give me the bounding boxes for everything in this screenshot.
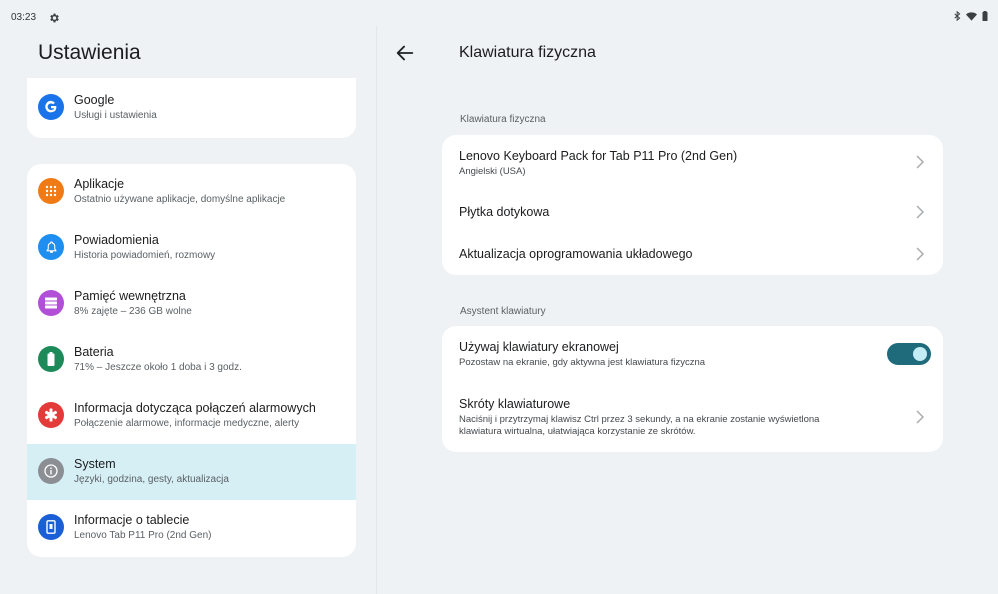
bluetooth-icon [954,11,961,21]
settings-item-subtitle: 71% – Jeszcze około 1 doba i 3 godz. [74,362,242,373]
onscreen-keyboard-subtitle: Pozostaw na ekranie, gdy aktywna jest kl… [459,357,706,368]
section-label-keyboard-assistant: Asystent klawiatury [460,306,546,317]
settings-item-subtitle: Połączenie alarmowe, informacje medyczne… [74,418,300,429]
wifi-icon [966,11,977,21]
settings-item-apps[interactable]: Aplikacje Ostatnio używane aplikacje, do… [27,164,356,220]
chevron-right-icon [916,155,925,169]
toggle-knob [913,347,927,361]
keyboard-assistant-card: Używaj klawiatury ekranowej Pozostaw na … [442,326,943,452]
firmware-update-row[interactable]: Aktualizacja oprogramowania układowego [442,233,943,275]
settings-item-subtitle: Historia powiadomień, rozmowy [74,250,216,261]
page-title: Klawiatura fizyczna [459,44,596,61]
settings-list-card: Aplikacje Ostatnio używane aplikacje, do… [27,164,356,557]
keyboard-shortcuts-row[interactable]: Skróty klawiaturowe Naciśnij i przytrzym… [442,382,943,452]
keyboard-device-title: Lenovo Keyboard Pack for Tab P11 Pro (2n… [459,149,738,163]
google-icon [38,94,64,120]
settings-item-emergency[interactable]: Informacja dotycząca połączeń alarmowych… [27,388,356,444]
onscreen-keyboard-toggle[interactable] [887,343,931,365]
pane-divider [376,26,377,594]
settings-item-title: Informacje o tablecie [74,513,190,527]
onscreen-keyboard-row[interactable]: Używaj klawiatury ekranowej Pozostaw na … [442,326,943,382]
status-time: 03:23 [11,12,37,23]
section-label-physical-keyboard: Klawiatura fizyczna [460,114,546,125]
physical-keyboard-card: Lenovo Keyboard Pack for Tab P11 Pro (2n… [442,135,943,275]
emergency-icon [38,402,64,428]
info-icon [38,458,64,484]
settings-item-system[interactable]: System Języki, godzina, gesty, aktualiza… [27,444,356,500]
settings-item-subtitle: Ostatnio używane aplikacje, domyślne apl… [74,194,286,205]
settings-item-subtitle: Języki, godzina, gesty, aktualizacja [74,474,229,485]
apps-grid-icon [38,178,64,204]
bell-icon [38,234,64,260]
firmware-update-title: Aktualizacja oprogramowania układowego [459,247,693,261]
google-subtitle: Usługi i ustawienia [74,110,157,121]
back-button[interactable] [394,42,416,64]
settings-item-title: Powiadomienia [74,233,159,247]
storage-icon [38,290,64,316]
settings-item-notifications[interactable]: Powiadomienia Historia powiadomień, rozm… [27,220,356,276]
keyboard-shortcuts-subtitle-line1: Naciśnij i przytrzymaj klawisz Ctrl prze… [459,414,820,425]
keyboard-device-subtitle: Angielski (USA) [459,166,526,177]
google-card: Google Usługi i ustawienia [27,78,356,138]
status-bar: 03:23 [0,0,998,26]
keyboard-device-row[interactable]: Lenovo Keyboard Pack for Tab P11 Pro (2n… [442,135,943,189]
onscreen-keyboard-title: Używaj klawiatury ekranowej [459,340,619,354]
chevron-right-icon [916,205,925,219]
settings-item-title: Informacja dotycząca połączeń alarmowych [74,401,316,415]
settings-title: Ustawienia [38,41,141,64]
battery-icon [38,346,64,372]
arrow-left-icon [396,45,414,61]
settings-item-google[interactable]: Google Usługi i ustawienia [27,80,356,136]
chevron-right-icon [916,410,925,424]
keyboard-shortcuts-title: Skróty klawiaturowe [459,397,571,411]
touchpad-row[interactable]: Płytka dotykowa [442,189,943,233]
settings-item-about-tablet[interactable]: Informacje o tablecie Lenovo Tab P11 Pro… [27,500,356,556]
settings-item-title: Bateria [74,345,114,359]
settings-item-battery[interactable]: Bateria 71% – Jeszcze około 1 doba i 3 g… [27,332,356,388]
settings-item-title: Aplikacje [74,177,125,191]
battery-icon [982,11,988,21]
chevron-right-icon [916,247,925,261]
touchpad-title: Płytka dotykowa [459,205,550,219]
settings-item-subtitle: Lenovo Tab P11 Pro (2nd Gen) [74,530,212,541]
tablet-icon [38,514,64,540]
settings-item-title: System [74,457,116,471]
settings-item-storage[interactable]: Pamięć wewnętrzna 8% zajęte – 236 GB wol… [27,276,356,332]
google-title: Google [74,93,115,107]
keyboard-shortcuts-subtitle-line2: klawiatura wirtualna, ułatwiająca korzys… [459,426,696,437]
gear-icon [48,11,60,23]
settings-item-title: Pamięć wewnętrzna [74,289,186,303]
settings-item-subtitle: 8% zajęte – 236 GB wolne [74,306,192,317]
